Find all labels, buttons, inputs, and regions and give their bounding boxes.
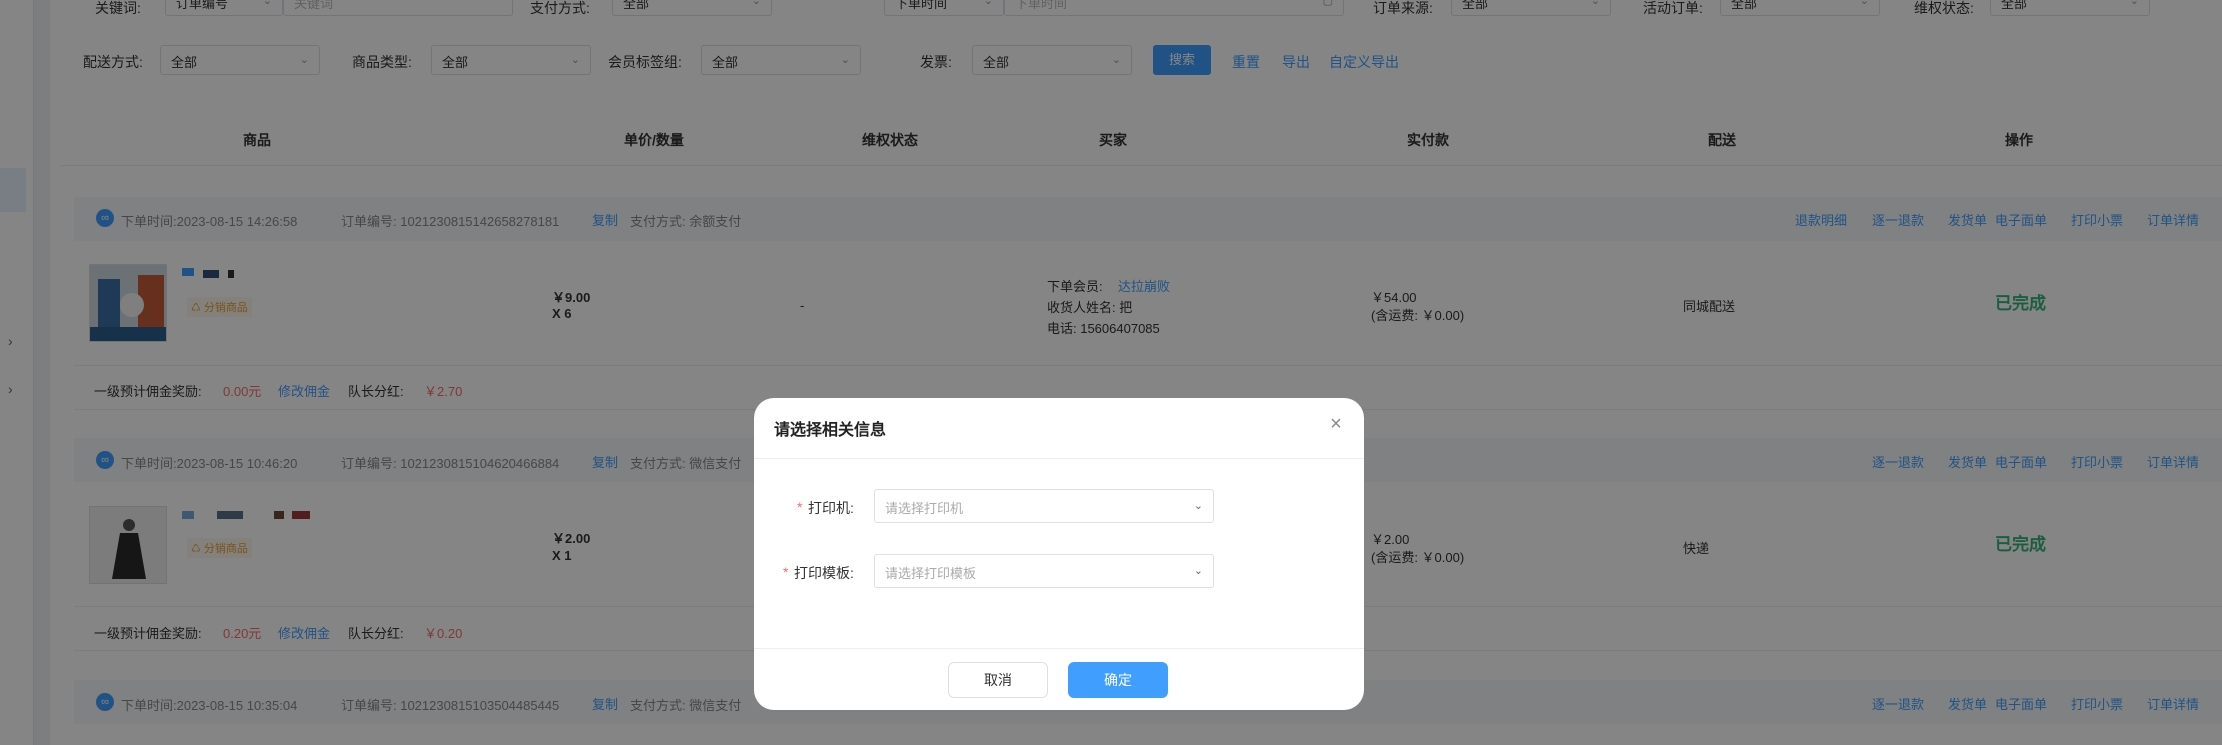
divider <box>754 648 1364 649</box>
print-settings-dialog: 请选择相关信息 × * 打印机: 请选择打印机 ⌄ * 打印模板: 请选择打印模… <box>754 398 1364 710</box>
close-icon[interactable]: × <box>1326 414 1346 434</box>
template-label: 打印模板: <box>794 565 854 581</box>
required-mark: * <box>783 564 789 580</box>
cancel-button[interactable]: 取消 <box>948 662 1048 698</box>
divider <box>754 458 1364 459</box>
confirm-button[interactable]: 确定 <box>1068 662 1168 698</box>
printer-select[interactable]: 请选择打印机 ⌄ <box>874 489 1214 523</box>
chevron-down-icon: ⌄ <box>1193 500 1203 512</box>
printer-placeholder: 请选择打印机 <box>885 501 964 516</box>
dialog-title: 请选择相关信息 <box>774 422 887 439</box>
template-placeholder: 请选择打印模板 <box>885 566 977 581</box>
required-mark: * <box>797 499 803 515</box>
printer-label: 打印机: <box>808 500 854 516</box>
chevron-down-icon: ⌄ <box>1193 565 1203 577</box>
template-select[interactable]: 请选择打印模板 ⌄ <box>874 554 1214 588</box>
